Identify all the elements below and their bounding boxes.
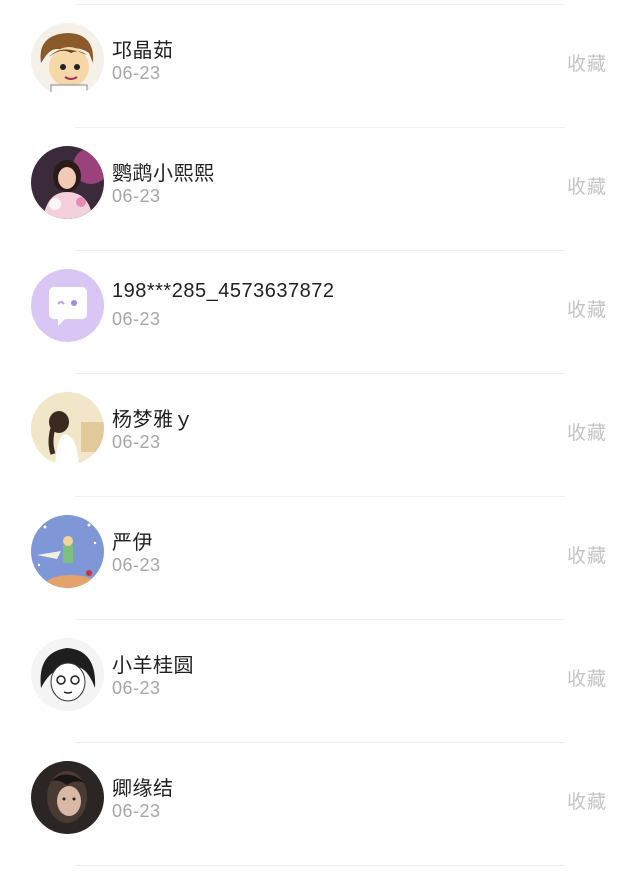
list-item[interactable]: 鹦鹉小熙熙 06-23 收藏: [0, 128, 640, 251]
avatar[interactable]: [31, 761, 104, 834]
date: 06-23: [112, 678, 161, 698]
list-item[interactable]: 198***285_4573637872 06-23 收藏: [0, 251, 640, 374]
user-name: 198***285_4573637872: [112, 280, 335, 302]
user-name: 鹦鹉小熙熙: [112, 163, 215, 185]
sketch-girl-avatar: [31, 638, 104, 711]
avatar[interactable]: [31, 23, 104, 96]
user-name: 严伊: [112, 532, 153, 554]
user-name: 卿缘结: [112, 778, 174, 800]
list-item[interactable]: 小羊桂圆 06-23 收藏: [0, 620, 640, 743]
favorite-button[interactable]: 收藏: [567, 787, 607, 814]
cartoon-boy-avatar: [31, 23, 104, 96]
photo-girl-dark-avatar: [31, 761, 104, 834]
photo-girl-pink-avatar: [31, 146, 104, 219]
avatar[interactable]: [31, 392, 104, 465]
avatar[interactable]: [31, 269, 104, 342]
list-item[interactable]: 邛晶茹 06-23 收藏: [0, 5, 640, 128]
user-name: 杨梦雅ｙ: [112, 409, 194, 431]
list-item[interactable]: 杨梦雅ｙ 06-23 收藏: [0, 374, 640, 497]
avatar[interactable]: [31, 638, 104, 711]
user-name: 邛晶茹: [112, 40, 174, 62]
list-item[interactable]: 卿缘结 06-23 收藏: [0, 743, 640, 866]
date: 06-23: [112, 309, 161, 329]
favorite-button[interactable]: 收藏: [567, 418, 607, 445]
date: 06-23: [112, 186, 161, 206]
avatar[interactable]: [31, 515, 104, 588]
little-prince-illustration-avatar: [31, 515, 104, 588]
favorite-button[interactable]: 收藏: [567, 295, 607, 322]
user-name: 小羊桂圆: [112, 655, 194, 677]
avatar[interactable]: [31, 146, 104, 219]
date: 06-23: [112, 432, 161, 452]
favorite-button[interactable]: 收藏: [567, 172, 607, 199]
favorites-list: 邛晶茹 06-23 收藏 鹦鹉小熙熙 06-23 收藏 198***285_45…: [0, 0, 640, 873]
date: 06-23: [112, 63, 161, 83]
favorite-button[interactable]: 收藏: [567, 664, 607, 691]
date: 06-23: [112, 555, 161, 575]
favorite-button[interactable]: 收藏: [567, 541, 607, 568]
favorite-button[interactable]: 收藏: [567, 49, 607, 76]
illustration-girl-braid-avatar: [31, 392, 104, 465]
divider: [75, 865, 565, 866]
list-item[interactable]: 严伊 06-23 收藏: [0, 497, 640, 620]
date: 06-23: [112, 801, 161, 821]
default-chat-bubble-avatar: [31, 269, 104, 342]
